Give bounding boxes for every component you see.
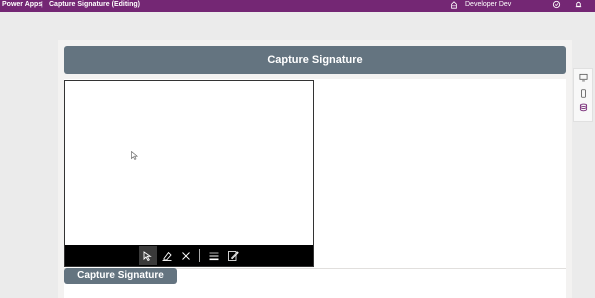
pen-color-button[interactable] bbox=[224, 246, 242, 265]
desktop-preview-icon[interactable] bbox=[579, 73, 588, 82]
phone-preview-icon[interactable] bbox=[579, 89, 588, 98]
toolbar-divider bbox=[199, 249, 200, 262]
environment-name[interactable]: Developer Dev bbox=[465, 0, 511, 9]
select-tool-icon bbox=[143, 250, 152, 261]
top-bar: Power Apps | Capture Signature (Editing)… bbox=[0, 0, 595, 12]
data-icon[interactable] bbox=[579, 103, 588, 112]
signature-label-text: Capture Signature bbox=[77, 270, 164, 281]
signature-pad[interactable] bbox=[64, 80, 314, 267]
signature-label[interactable]: Capture Signature bbox=[64, 268, 177, 284]
clear-button[interactable] bbox=[177, 246, 195, 265]
document-title: Capture Signature (Editing) bbox=[49, 1, 140, 8]
clear-icon bbox=[182, 251, 190, 260]
header-bar[interactable]: Capture Signature bbox=[64, 46, 566, 74]
right-rail bbox=[573, 68, 593, 122]
eraser-button[interactable] bbox=[158, 246, 176, 265]
line-weight-icon bbox=[209, 252, 219, 260]
eraser-icon bbox=[162, 251, 172, 261]
app-checker-icon[interactable] bbox=[552, 0, 561, 9]
environment-icon[interactable] bbox=[450, 1, 458, 9]
title-separator: | bbox=[41, 1, 43, 8]
notification-icon[interactable] bbox=[574, 0, 583, 9]
signature-toolbar bbox=[65, 245, 313, 266]
header-title: Capture Signature bbox=[267, 54, 363, 66]
mouse-cursor-icon bbox=[131, 151, 138, 160]
app-name[interactable]: Power Apps bbox=[2, 0, 42, 9]
line-weight-button[interactable] bbox=[205, 246, 223, 265]
select-tool-button[interactable] bbox=[139, 246, 157, 265]
pen-color-icon bbox=[228, 250, 239, 261]
